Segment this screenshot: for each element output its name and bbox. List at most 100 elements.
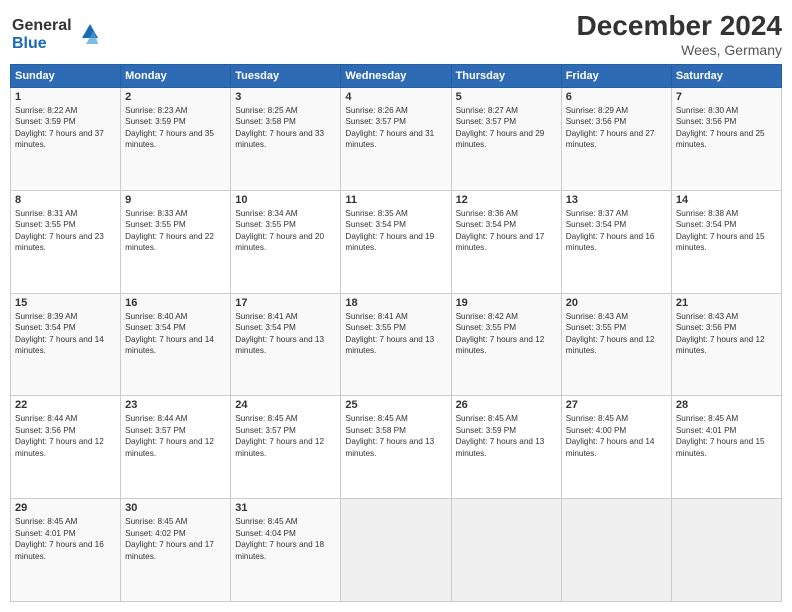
calendar-cell — [341, 499, 451, 602]
day-number: 8 — [15, 194, 116, 206]
svg-text:General: General — [12, 17, 72, 34]
day-number: 15 — [15, 297, 116, 309]
day-number: 26 — [456, 399, 557, 411]
col-friday: Friday — [561, 65, 671, 88]
day-number: 25 — [345, 399, 446, 411]
cell-info: Sunrise: 8:33 AMSunset: 3:55 PMDaylight:… — [125, 209, 214, 252]
cell-info: Sunrise: 8:45 AMSunset: 4:01 PMDaylight:… — [15, 517, 104, 560]
day-number: 5 — [456, 91, 557, 103]
calendar-cell: 5 Sunrise: 8:27 AMSunset: 3:57 PMDayligh… — [451, 88, 561, 191]
day-number: 22 — [15, 399, 116, 411]
col-wednesday: Wednesday — [341, 65, 451, 88]
cell-info: Sunrise: 8:45 AMSunset: 3:58 PMDaylight:… — [345, 414, 434, 457]
day-number: 2 — [125, 91, 226, 103]
location: Wees, Germany — [577, 42, 782, 58]
calendar-cell: 12 Sunrise: 8:36 AMSunset: 3:54 PMDaylig… — [451, 190, 561, 293]
cell-info: Sunrise: 8:45 AMSunset: 3:57 PMDaylight:… — [235, 414, 324, 457]
cell-info: Sunrise: 8:31 AMSunset: 3:55 PMDaylight:… — [15, 209, 104, 252]
cell-info: Sunrise: 8:37 AMSunset: 3:54 PMDaylight:… — [566, 209, 655, 252]
cell-info: Sunrise: 8:45 AMSunset: 4:00 PMDaylight:… — [566, 414, 655, 457]
calendar-week-2: 8 Sunrise: 8:31 AMSunset: 3:55 PMDayligh… — [11, 190, 782, 293]
calendar-cell: 26 Sunrise: 8:45 AMSunset: 3:59 PMDaylig… — [451, 396, 561, 499]
day-number: 31 — [235, 502, 336, 514]
calendar-cell: 13 Sunrise: 8:37 AMSunset: 3:54 PMDaylig… — [561, 190, 671, 293]
cell-info: Sunrise: 8:38 AMSunset: 3:54 PMDaylight:… — [676, 209, 765, 252]
calendar-cell: 2 Sunrise: 8:23 AMSunset: 3:59 PMDayligh… — [121, 88, 231, 191]
calendar-cell: 28 Sunrise: 8:45 AMSunset: 4:01 PMDaylig… — [671, 396, 781, 499]
calendar-week-1: 1 Sunrise: 8:22 AMSunset: 3:59 PMDayligh… — [11, 88, 782, 191]
calendar-cell: 8 Sunrise: 8:31 AMSunset: 3:55 PMDayligh… — [11, 190, 121, 293]
svg-text:Blue: Blue — [12, 35, 47, 52]
cell-info: Sunrise: 8:43 AMSunset: 3:55 PMDaylight:… — [566, 312, 655, 355]
calendar-cell: 6 Sunrise: 8:29 AMSunset: 3:56 PMDayligh… — [561, 88, 671, 191]
calendar-cell: 19 Sunrise: 8:42 AMSunset: 3:55 PMDaylig… — [451, 293, 561, 396]
day-number: 10 — [235, 194, 336, 206]
logo: General Blue — [10, 10, 100, 57]
calendar-cell: 10 Sunrise: 8:34 AMSunset: 3:55 PMDaylig… — [231, 190, 341, 293]
cell-info: Sunrise: 8:25 AMSunset: 3:58 PMDaylight:… — [235, 106, 324, 149]
day-number: 20 — [566, 297, 667, 309]
day-number: 28 — [676, 399, 777, 411]
calendar-cell: 11 Sunrise: 8:35 AMSunset: 3:54 PMDaylig… — [341, 190, 451, 293]
day-number: 21 — [676, 297, 777, 309]
cell-info: Sunrise: 8:45 AMSunset: 4:02 PMDaylight:… — [125, 517, 214, 560]
cell-info: Sunrise: 8:34 AMSunset: 3:55 PMDaylight:… — [235, 209, 324, 252]
cell-info: Sunrise: 8:35 AMSunset: 3:54 PMDaylight:… — [345, 209, 434, 252]
calendar-table: Sunday Monday Tuesday Wednesday Thursday… — [10, 64, 782, 602]
cell-info: Sunrise: 8:36 AMSunset: 3:54 PMDaylight:… — [456, 209, 545, 252]
day-number: 1 — [15, 91, 116, 103]
calendar-cell: 20 Sunrise: 8:43 AMSunset: 3:55 PMDaylig… — [561, 293, 671, 396]
cell-info: Sunrise: 8:42 AMSunset: 3:55 PMDaylight:… — [456, 312, 545, 355]
col-thursday: Thursday — [451, 65, 561, 88]
day-number: 9 — [125, 194, 226, 206]
calendar-cell — [451, 499, 561, 602]
col-saturday: Saturday — [671, 65, 781, 88]
cell-info: Sunrise: 8:39 AMSunset: 3:54 PMDaylight:… — [15, 312, 104, 355]
calendar-cell — [561, 499, 671, 602]
cell-info: Sunrise: 8:45 AMSunset: 3:59 PMDaylight:… — [456, 414, 545, 457]
day-number: 14 — [676, 194, 777, 206]
calendar-cell: 9 Sunrise: 8:33 AMSunset: 3:55 PMDayligh… — [121, 190, 231, 293]
cell-info: Sunrise: 8:23 AMSunset: 3:59 PMDaylight:… — [125, 106, 214, 149]
calendar-cell: 21 Sunrise: 8:43 AMSunset: 3:56 PMDaylig… — [671, 293, 781, 396]
cell-info: Sunrise: 8:41 AMSunset: 3:55 PMDaylight:… — [345, 312, 434, 355]
header: General Blue December 2024 Wees, Germany — [10, 10, 782, 58]
calendar-cell: 25 Sunrise: 8:45 AMSunset: 3:58 PMDaylig… — [341, 396, 451, 499]
day-number: 4 — [345, 91, 446, 103]
day-number: 17 — [235, 297, 336, 309]
day-number: 6 — [566, 91, 667, 103]
cell-info: Sunrise: 8:45 AMSunset: 4:04 PMDaylight:… — [235, 517, 324, 560]
col-tuesday: Tuesday — [231, 65, 341, 88]
day-number: 27 — [566, 399, 667, 411]
day-number: 16 — [125, 297, 226, 309]
calendar-cell: 3 Sunrise: 8:25 AMSunset: 3:58 PMDayligh… — [231, 88, 341, 191]
day-number: 29 — [15, 502, 116, 514]
calendar-week-5: 29 Sunrise: 8:45 AMSunset: 4:01 PMDaylig… — [11, 499, 782, 602]
col-sunday: Sunday — [11, 65, 121, 88]
calendar-week-4: 22 Sunrise: 8:44 AMSunset: 3:56 PMDaylig… — [11, 396, 782, 499]
calendar-cell: 30 Sunrise: 8:45 AMSunset: 4:02 PMDaylig… — [121, 499, 231, 602]
day-number: 24 — [235, 399, 336, 411]
day-number: 11 — [345, 194, 446, 206]
month-title: December 2024 — [577, 10, 782, 42]
calendar-cell: 1 Sunrise: 8:22 AMSunset: 3:59 PMDayligh… — [11, 88, 121, 191]
col-monday: Monday — [121, 65, 231, 88]
cell-info: Sunrise: 8:40 AMSunset: 3:54 PMDaylight:… — [125, 312, 214, 355]
calendar-cell: 17 Sunrise: 8:41 AMSunset: 3:54 PMDaylig… — [231, 293, 341, 396]
day-number: 18 — [345, 297, 446, 309]
calendar-cell: 7 Sunrise: 8:30 AMSunset: 3:56 PMDayligh… — [671, 88, 781, 191]
title-block: December 2024 Wees, Germany — [577, 10, 782, 58]
calendar-cell: 24 Sunrise: 8:45 AMSunset: 3:57 PMDaylig… — [231, 396, 341, 499]
day-number: 30 — [125, 502, 226, 514]
cell-info: Sunrise: 8:27 AMSunset: 3:57 PMDaylight:… — [456, 106, 545, 149]
calendar-cell: 16 Sunrise: 8:40 AMSunset: 3:54 PMDaylig… — [121, 293, 231, 396]
day-number: 19 — [456, 297, 557, 309]
calendar-week-3: 15 Sunrise: 8:39 AMSunset: 3:54 PMDaylig… — [11, 293, 782, 396]
cell-info: Sunrise: 8:26 AMSunset: 3:57 PMDaylight:… — [345, 106, 434, 149]
calendar-cell: 18 Sunrise: 8:41 AMSunset: 3:55 PMDaylig… — [341, 293, 451, 396]
calendar-cell: 4 Sunrise: 8:26 AMSunset: 3:57 PMDayligh… — [341, 88, 451, 191]
cell-info: Sunrise: 8:29 AMSunset: 3:56 PMDaylight:… — [566, 106, 655, 149]
calendar-cell: 15 Sunrise: 8:39 AMSunset: 3:54 PMDaylig… — [11, 293, 121, 396]
cell-info: Sunrise: 8:44 AMSunset: 3:56 PMDaylight:… — [15, 414, 104, 457]
cell-info: Sunrise: 8:22 AMSunset: 3:59 PMDaylight:… — [15, 106, 104, 149]
